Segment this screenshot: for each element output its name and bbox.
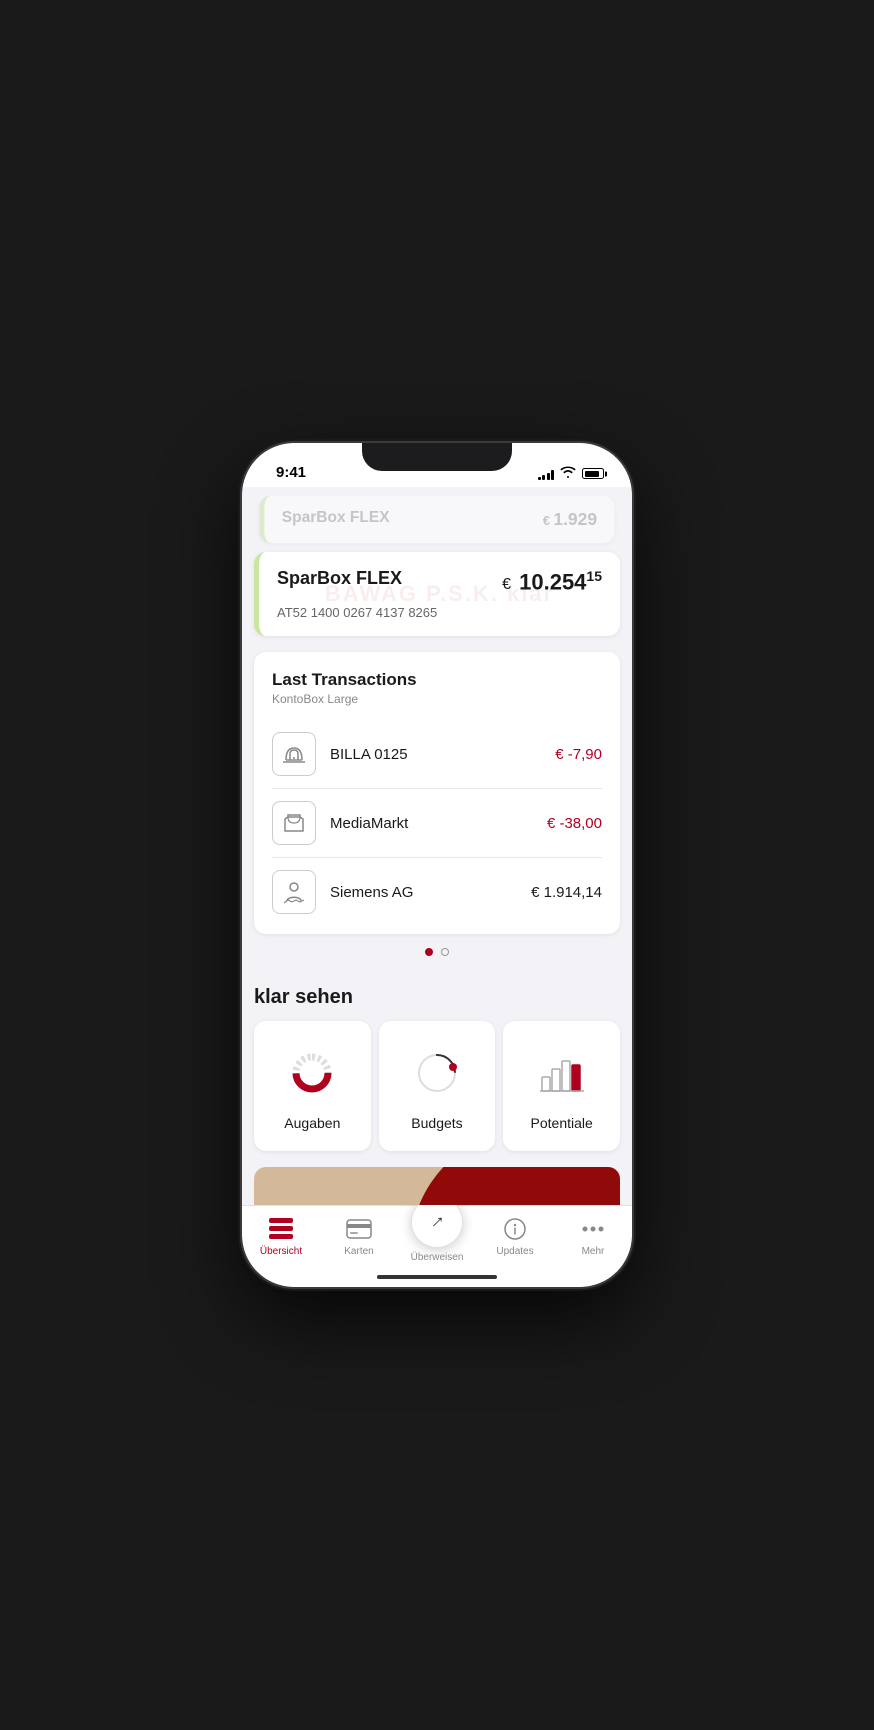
account-card[interactable]: BAWAG P.S.K. klar SparBox FLEX € 10.2541…	[254, 552, 620, 636]
status-icons	[538, 466, 609, 481]
tab-updates[interactable]: Updates	[476, 1216, 554, 1257]
scroll-content[interactable]: SparBox FLEX € 1.929 BAWAG P.S.K. klar S…	[242, 487, 632, 1205]
transaction-item[interactable]: MediaMarkt € -38,00	[272, 789, 602, 858]
potentiale-icon	[534, 1045, 590, 1101]
signal-bar-2	[542, 475, 545, 480]
account-name: SparBox FLEX	[277, 568, 402, 589]
tab-updates-label: Updates	[496, 1246, 533, 1257]
transaction-amount-billa: € -7,90	[555, 746, 602, 763]
phone-frame: 9:41	[242, 443, 632, 1287]
klar-title: klar sehen	[254, 986, 620, 1009]
screen: 9:41	[242, 443, 632, 1287]
budgets-icon	[409, 1045, 465, 1101]
tab-karten-label: Karten	[344, 1246, 373, 1257]
budgets-card[interactable]: Budgets	[379, 1021, 496, 1151]
home-indicator	[377, 1275, 497, 1279]
tab-karten[interactable]: Karten	[320, 1216, 398, 1257]
signal-bar-1	[538, 477, 541, 480]
potentiale-card[interactable]: Potentiale	[503, 1021, 620, 1151]
balance-main: 10.254	[519, 569, 586, 594]
budgets-label: Budgets	[411, 1115, 462, 1131]
tab-ubersicht-label: Übersicht	[260, 1246, 302, 1257]
augaben-card[interactable]: Augaben	[254, 1021, 371, 1151]
signal-bar-3	[547, 473, 550, 480]
tab-mehr[interactable]: Mehr	[554, 1216, 632, 1257]
promo-banner[interactable]: Ihre Geld zurück Kombi: So zahlt sich Ei…	[254, 1167, 620, 1205]
tab-ubersicht[interactable]: Übersicht	[242, 1216, 320, 1257]
augaben-label: Augaben	[284, 1115, 340, 1131]
tab-uberweisen[interactable]: ↑ Überweisen	[398, 1196, 476, 1263]
card-icon	[346, 1216, 372, 1242]
klar-section: klar sehen Augaben	[242, 970, 632, 1151]
info-circle-icon	[504, 1216, 526, 1242]
promo-person-area	[264, 1187, 354, 1205]
transactions-subtitle: KontoBox Large	[272, 692, 602, 706]
signal-bars-icon	[538, 468, 555, 480]
promo-red-shape	[410, 1167, 620, 1205]
dots-icon	[582, 1216, 604, 1242]
transactions-section: Last Transactions KontoBox Large BILLA 0	[254, 652, 620, 934]
notch	[362, 443, 512, 471]
account-header: SparBox FLEX € 10.25415	[277, 568, 602, 595]
transaction-name-mediamarkt: MediaMarkt	[330, 815, 547, 832]
transaction-amount-siemens: € 1.914,14	[531, 884, 602, 901]
billa-icon	[272, 732, 316, 776]
transaction-item[interactable]: BILLA 0125 € -7,90	[272, 720, 602, 789]
status-time: 9:41	[266, 464, 306, 481]
tab-uberweisen-label: Überweisen	[411, 1252, 464, 1263]
wifi-icon	[560, 466, 576, 481]
balance-euro-sign: €	[502, 576, 511, 593]
klar-grid: Augaben Budgets	[254, 1021, 620, 1151]
mediamarkt-icon	[272, 801, 316, 845]
siemens-icon	[272, 870, 316, 914]
pagination-dots	[242, 934, 632, 970]
dot-inactive	[441, 948, 449, 956]
augaben-icon	[284, 1045, 340, 1101]
menu-icon	[269, 1216, 293, 1242]
transaction-item[interactable]: Siemens AG € 1.914,14	[272, 858, 602, 926]
transaction-amount-mediamarkt: € -38,00	[547, 815, 602, 832]
potentiale-label: Potentiale	[531, 1115, 593, 1131]
tab-mehr-label: Mehr	[582, 1246, 605, 1257]
battery-fill	[585, 471, 599, 477]
account-iban: AT52 1400 0267 4137 8265	[277, 605, 602, 620]
transaction-name-billa: BILLA 0125	[330, 746, 555, 763]
transaction-name-siemens: Siemens AG	[330, 884, 531, 901]
battery-icon	[582, 468, 604, 479]
dot-active	[425, 948, 433, 956]
account-balance: € 10.25415	[502, 568, 602, 595]
transactions-title: Last Transactions	[272, 670, 602, 690]
balance-cents: 15	[586, 568, 602, 584]
signal-bar-4	[551, 470, 554, 480]
arrow-up-right-icon: ↑	[426, 1210, 449, 1233]
